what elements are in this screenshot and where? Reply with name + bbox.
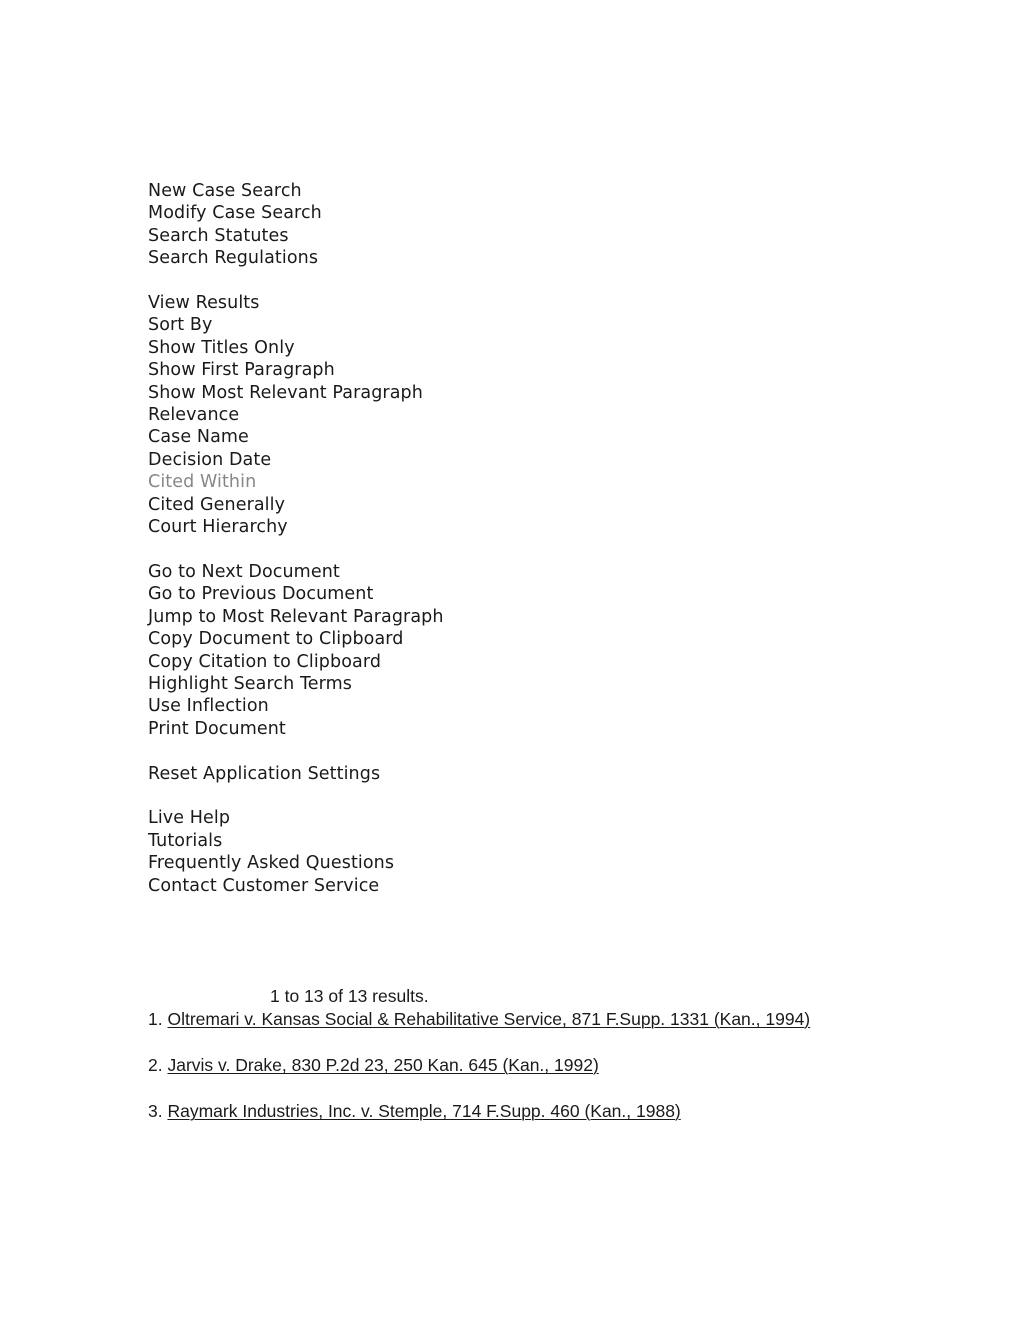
menu-item-relevance[interactable]: Relevance — [148, 404, 908, 426]
menu-item-case-name[interactable]: Case Name — [148, 426, 908, 448]
menu-item-copy-citation-to-clipboard[interactable]: Copy Citation to Clipboard — [148, 651, 908, 673]
results-list: 1. Oltremari v. Kansas Social & Rehabili… — [148, 1008, 908, 1123]
result-index: 1. — [148, 1009, 163, 1029]
result-item: 1. Oltremari v. Kansas Social & Rehabili… — [148, 1008, 838, 1031]
menu-group-help-commands: Live Help Tutorials Frequently Asked Quest… — [148, 807, 908, 897]
menu-item-decision-date[interactable]: Decision Date — [148, 449, 908, 471]
menu-item-search-regulations[interactable]: Search Regulations — [148, 247, 908, 269]
menu-item-frequently-asked-questions[interactable]: Frequently Asked Questions — [148, 852, 908, 874]
page-canvas: New Case Search Modify Case Search Search … — [0, 0, 1020, 1320]
menu-group-results-display-commands: View Results Sort By Show Titles Only Show … — [148, 292, 908, 538]
result-citation-link[interactable]: Oltremari v. Kansas Social & Rehabilitat… — [167, 1009, 810, 1029]
menu-item-show-first-paragraph[interactable]: Show First Paragraph — [148, 359, 908, 381]
result-citation-link[interactable]: Raymark Industries, Inc. v. Stemple, 714… — [167, 1101, 680, 1121]
results-count-label: 1 to 13 of 13 results. — [270, 986, 429, 1006]
menu-item-go-to-next-document[interactable]: Go to Next Document — [148, 561, 908, 583]
menu-item-jump-to-most-relevant-paragraph[interactable]: Jump to Most Relevant Paragraph — [148, 606, 908, 628]
menu-item-live-help[interactable]: Live Help — [148, 807, 908, 829]
menu-item-cited-within: Cited Within — [148, 472, 257, 493]
menu-item-show-most-relevant-paragraph[interactable]: Show Most Relevant Paragraph — [148, 382, 908, 404]
result-item: 3. Raymark Industries, Inc. v. Stemple, … — [148, 1100, 908, 1123]
menu-item-cited-generally[interactable]: Cited Generally — [148, 494, 908, 516]
menu-item-view-results[interactable]: View Results — [148, 292, 908, 314]
menu-item-go-to-previous-document[interactable]: Go to Previous Document — [148, 583, 908, 605]
menu-item-highlight-search-terms[interactable]: Highlight Search Terms — [148, 673, 908, 695]
result-citation-link[interactable]: Jarvis v. Drake, 830 P.2d 23, 250 Kan. 6… — [167, 1055, 598, 1075]
menu-item-court-hierarchy[interactable]: Court Hierarchy — [148, 516, 908, 538]
menu-group-document-commands: Go to Next Document Go to Previous Docume… — [148, 561, 908, 740]
menu-item-reset-application-settings[interactable]: Reset Application Settings — [148, 763, 908, 785]
command-menu: New Case Search Modify Case Search Search … — [148, 180, 908, 897]
result-item: 2. Jarvis v. Drake, 830 P.2d 23, 250 Kan… — [148, 1054, 908, 1077]
menu-item-tutorials[interactable]: Tutorials — [148, 830, 908, 852]
menu-item-new-case-search[interactable]: New Case Search — [148, 180, 908, 202]
menu-item-sort-by[interactable]: Sort By — [148, 314, 908, 336]
menu-group-search-commands: New Case Search Modify Case Search Search … — [148, 180, 908, 270]
search-results-section: 1 to 13 of 13 results. 1. Oltremari v. K… — [148, 985, 908, 1123]
menu-item-search-statutes[interactable]: Search Statutes — [148, 225, 908, 247]
result-index: 3. — [148, 1101, 163, 1121]
menu-item-use-inflection[interactable]: Use Inflection — [148, 695, 908, 717]
menu-item-modify-case-search[interactable]: Modify Case Search — [148, 202, 908, 224]
menu-item-copy-document-to-clipboard[interactable]: Copy Document to Clipboard — [148, 628, 908, 650]
menu-item-print-document[interactable]: Print Document — [148, 718, 908, 740]
menu-item-show-titles-only[interactable]: Show Titles Only — [148, 337, 908, 359]
result-index: 2. — [148, 1055, 163, 1075]
menu-item-contact-customer-service[interactable]: Contact Customer Service — [148, 875, 908, 897]
menu-group-application-commands: Reset Application Settings — [148, 763, 908, 785]
